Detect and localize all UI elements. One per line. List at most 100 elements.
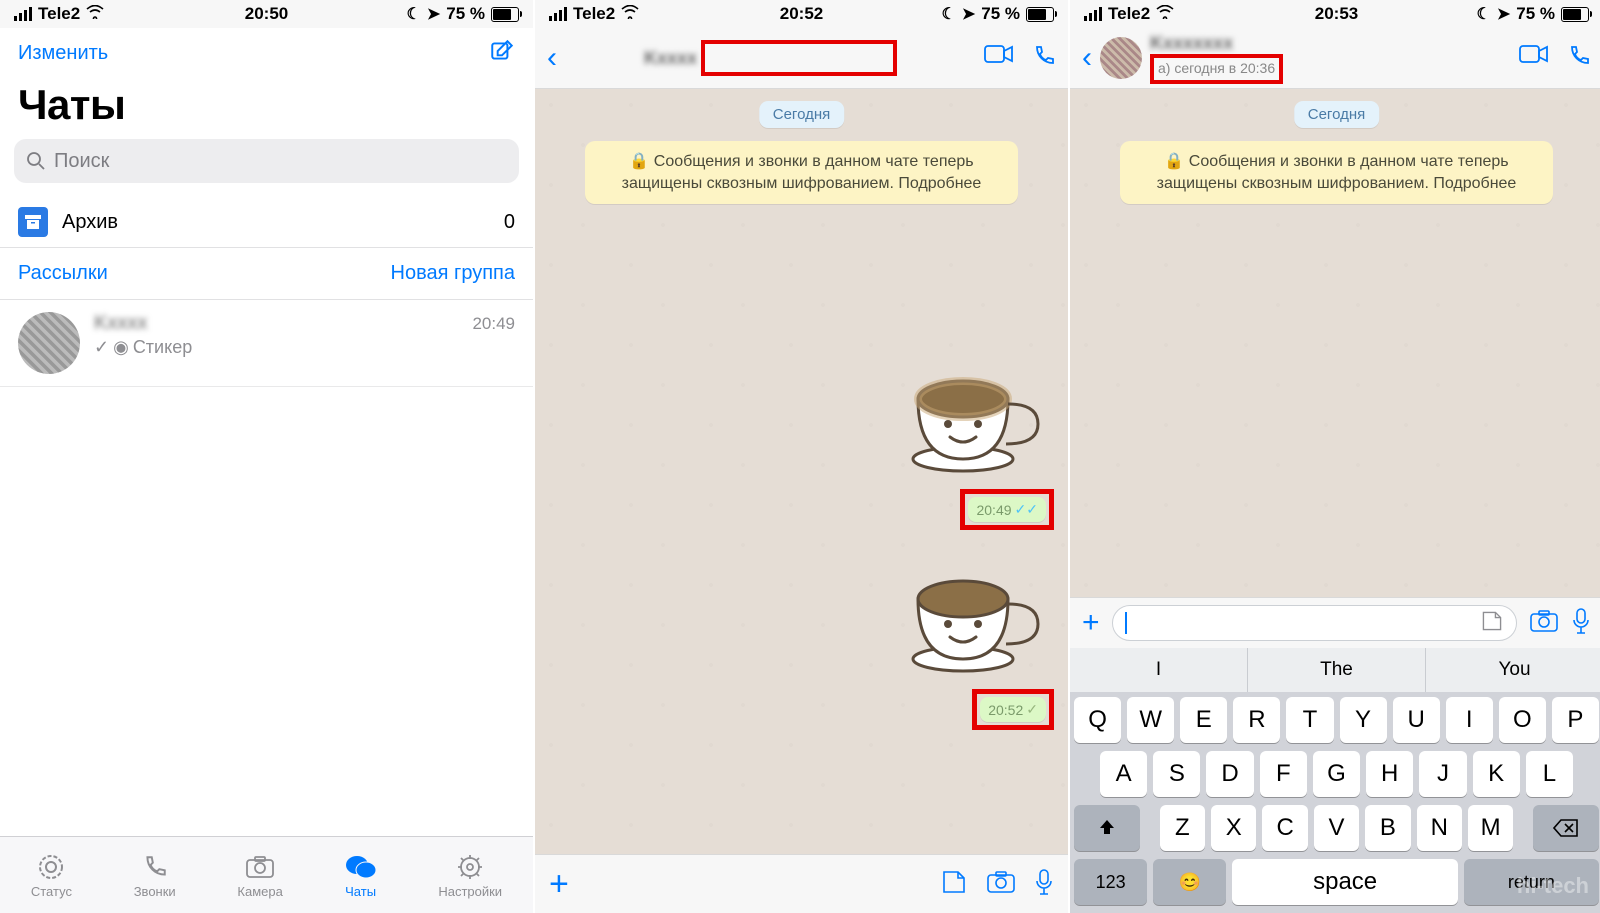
key-j[interactable]: J: [1419, 751, 1466, 797]
key-r[interactable]: R: [1233, 697, 1280, 743]
sticker-coffee: [898, 549, 1048, 679]
key-f[interactable]: F: [1260, 751, 1307, 797]
message-input[interactable]: [1112, 605, 1517, 641]
sticker-button[interactable]: [1480, 609, 1504, 638]
chat-body[interactable]: Сегодня 🔒 Сообщения и звонки в данном ча…: [535, 89, 1068, 854]
video-call-icon[interactable]: [1519, 44, 1549, 73]
screen-chat-thread: Tele2 20:52 ☾➤75 % ‹ Kxxxx Сегодня 🔒 Соо…: [535, 0, 1070, 913]
message-time: 20:52✓: [980, 697, 1046, 722]
key-space[interactable]: space: [1232, 859, 1457, 905]
status-time: 20:53: [1070, 4, 1600, 24]
compose-bar: +: [1070, 597, 1600, 648]
back-button[interactable]: ‹: [547, 41, 557, 75]
page-title: Чаты: [0, 69, 533, 139]
key-x[interactable]: X: [1211, 805, 1256, 851]
key-z[interactable]: Z: [1160, 805, 1205, 851]
chat-preview: Стикер: [133, 337, 192, 358]
key-t[interactable]: T: [1286, 697, 1333, 743]
voice-call-icon[interactable]: [1032, 44, 1056, 73]
camera-icon: [245, 852, 275, 882]
status-bar: Tele2 20:52 ☾➤75 %: [535, 0, 1068, 28]
key-p[interactable]: P: [1552, 697, 1599, 743]
key-b[interactable]: B: [1365, 805, 1410, 851]
key-h[interactable]: H: [1366, 751, 1413, 797]
last-seen-label: а) сегодня в 20:36: [1158, 60, 1275, 76]
voice-call-icon[interactable]: [1567, 44, 1591, 73]
key-v[interactable]: V: [1314, 805, 1359, 851]
key-c[interactable]: C: [1262, 805, 1307, 851]
status-icon: [37, 852, 65, 882]
mic-button[interactable]: [1571, 607, 1591, 640]
key-q[interactable]: Q: [1074, 697, 1121, 743]
key-backspace[interactable]: [1533, 805, 1599, 851]
sticker-indicator-icon: ◉: [113, 337, 129, 358]
key-a[interactable]: A: [1100, 751, 1147, 797]
key-k[interactable]: K: [1473, 751, 1520, 797]
sticker-coffee: [898, 349, 1048, 479]
suggestion[interactable]: You: [1426, 648, 1600, 692]
chats-icon: [345, 852, 377, 882]
key-emoji[interactable]: 😊: [1153, 859, 1226, 905]
attach-button[interactable]: +: [549, 865, 569, 904]
tab-chats[interactable]: Чаты: [345, 852, 377, 899]
key-w[interactable]: W: [1127, 697, 1174, 743]
read-icon: ✓✓: [1015, 501, 1038, 518]
key-g[interactable]: G: [1313, 751, 1360, 797]
tab-calls[interactable]: Звонки: [134, 852, 176, 899]
video-call-icon[interactable]: [984, 44, 1014, 73]
mic-button[interactable]: [1034, 868, 1054, 901]
chat-list-item[interactable]: Kxxxx 20:49 ✓ ◉ Стикер: [0, 300, 533, 387]
suggestion[interactable]: I: [1070, 648, 1248, 692]
archive-count: 0: [504, 211, 515, 234]
new-group-link[interactable]: Новая группа: [391, 262, 515, 285]
key-s[interactable]: S: [1153, 751, 1200, 797]
search-icon: [26, 151, 46, 171]
key-shift[interactable]: [1074, 805, 1140, 851]
chat-title[interactable]: Kxxxx: [565, 40, 976, 76]
avatar[interactable]: [1100, 37, 1142, 79]
encryption-notice[interactable]: 🔒 Сообщения и звонки в данном чате тепер…: [585, 141, 1018, 204]
key-i[interactable]: I: [1446, 697, 1493, 743]
search-input[interactable]: Поиск: [14, 139, 519, 183]
attach-button[interactable]: +: [1082, 606, 1100, 640]
chat-title[interactable]: Kxxxxxxx а) сегодня в 20:36: [1150, 33, 1511, 84]
archive-row[interactable]: Архив 0: [0, 197, 533, 248]
sticker-button[interactable]: [940, 868, 968, 901]
compose-bar: +: [535, 854, 1068, 913]
contact-name: Kxxxx: [644, 48, 697, 69]
screen-chats-list: Tele2 20:50 ☾ ➤ 75 % Изменить Чаты Поиск…: [0, 0, 535, 913]
camera-button[interactable]: [986, 870, 1016, 899]
edit-button[interactable]: Изменить: [18, 42, 108, 65]
tab-status[interactable]: Статус: [31, 852, 72, 899]
phone-icon: [142, 852, 168, 882]
key-e[interactable]: E: [1180, 697, 1227, 743]
chat-body[interactable]: Сегодня 🔒 Сообщения и звонки в данном ча…: [1070, 89, 1600, 597]
compose-icon[interactable]: [489, 38, 515, 69]
key-m[interactable]: M: [1468, 805, 1513, 851]
battery-icon: [491, 7, 519, 22]
status-time: 20:50: [0, 4, 533, 24]
sent-icon: ✓: [1026, 701, 1038, 718]
key-n[interactable]: N: [1417, 805, 1462, 851]
date-pill: Сегодня: [1294, 101, 1380, 128]
key-numbers[interactable]: 123: [1074, 859, 1147, 905]
tab-camera[interactable]: Камера: [237, 852, 282, 899]
battery-icon: [1561, 7, 1589, 22]
archive-icon: [18, 207, 48, 237]
key-return[interactable]: return: [1464, 859, 1599, 905]
key-o[interactable]: O: [1499, 697, 1546, 743]
key-l[interactable]: L: [1526, 751, 1573, 797]
key-d[interactable]: D: [1206, 751, 1253, 797]
key-y[interactable]: Y: [1340, 697, 1387, 743]
suggestion[interactable]: The: [1248, 648, 1426, 692]
battery-icon: [1026, 7, 1054, 22]
camera-button[interactable]: [1529, 609, 1559, 638]
broadcasts-link[interactable]: Рассылки: [18, 262, 108, 285]
avatar: [18, 312, 80, 374]
back-button[interactable]: ‹: [1082, 41, 1092, 75]
tab-settings[interactable]: Настройки: [438, 852, 502, 899]
status-bar: Tele2 20:53 ☾➤75 %: [1070, 0, 1600, 28]
key-u[interactable]: U: [1393, 697, 1440, 743]
encryption-notice[interactable]: 🔒 Сообщения и звонки в данном чате тепер…: [1120, 141, 1553, 204]
message-time: 20:49✓✓: [968, 497, 1046, 522]
